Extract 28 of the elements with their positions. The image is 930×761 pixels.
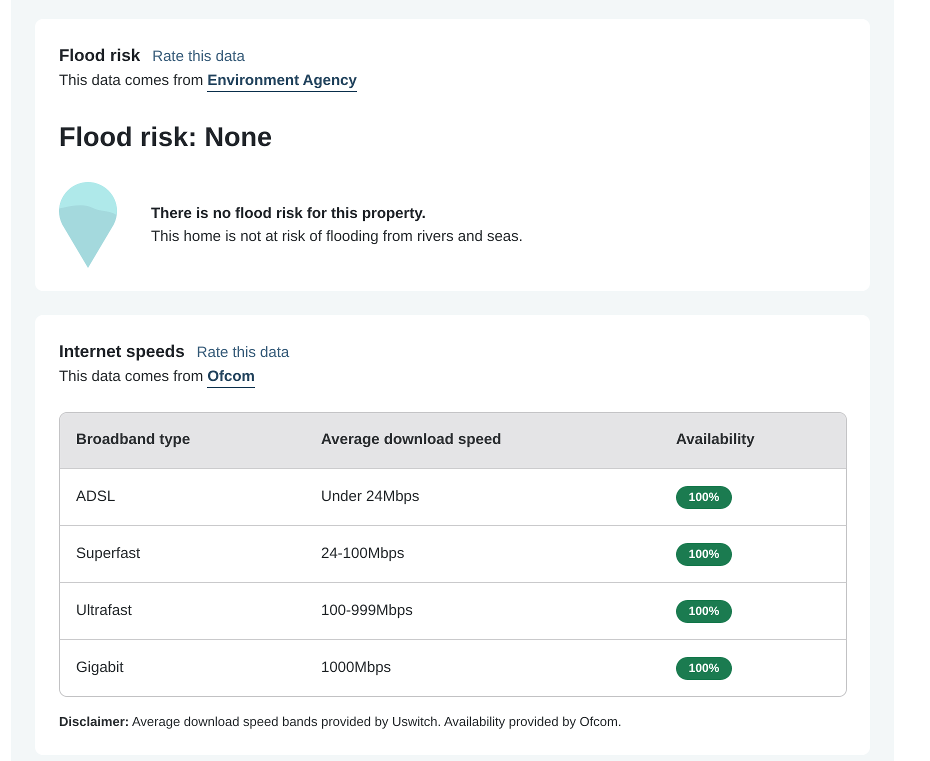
table-cell: Gigabit: [76, 659, 124, 676]
disclaimer-text: Disclaimer: Average download speed bands provided by Uswitch. Availability provided by Ofcom.: [59, 713, 622, 731]
source-text: This data comes from Environment Agency: [59, 70, 846, 92]
column-header: Availability: [675, 430, 756, 450]
availability-badge: 100%: [676, 542, 732, 566]
column-header: Average download speed: [320, 430, 502, 450]
table-cell: 100-999Mbps: [321, 602, 413, 619]
section-title: Flood risk: [59, 45, 140, 67]
table-cell: Ultrafast: [76, 602, 132, 619]
table-cell: 24-100Mbps: [321, 545, 404, 562]
source-link[interactable]: Environment Agency: [207, 72, 357, 92]
source-link[interactable]: Ofcom: [207, 368, 255, 388]
availability-badge: 100%: [676, 486, 732, 508]
flood-risk-heading: Flood risk: None: [59, 121, 274, 154]
table-cell: 1000Mbps: [321, 659, 392, 676]
rate-data-link[interactable]: Rate this data: [152, 46, 245, 68]
availability-badge: 100%: [676, 600, 732, 622]
availability-badge: 100%: [676, 656, 732, 680]
table-cell: Superfast: [76, 545, 140, 562]
section-title: Internet speeds: [59, 341, 185, 363]
water-drop-pin-icon: [59, 182, 117, 268]
table-cell: Under 24Mbps: [321, 488, 420, 505]
message-text: This home is not at risk of flooding from rivers and seas.: [151, 227, 523, 247]
table-cell: ADSL: [76, 488, 116, 505]
rate-data-link[interactable]: Rate this data: [196, 342, 290, 364]
message-title: There is no flood risk for this property.: [151, 204, 427, 224]
source-text: This data comes from Ofcom: [59, 366, 846, 388]
column-header: Broadband type: [75, 430, 192, 450]
